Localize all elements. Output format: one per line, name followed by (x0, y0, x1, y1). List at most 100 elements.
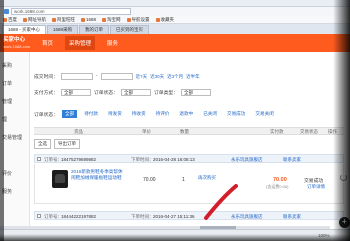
nav-purchase-management[interactable]: 采购管理 (65, 36, 96, 50)
site-header: 买家中心 work.1688.com 首页 采购管理 服务 (0, 34, 350, 52)
date-filter-row: 成交时间： - 近7天 近30天 近3个月 近半年 (34, 73, 200, 80)
browser-logo-icon (4, 9, 9, 14)
order-header: 订单号： 18475279699882 下单时间： 2016-04-28 16:… (34, 154, 344, 163)
export-orders-button[interactable]: 导出订单 (54, 139, 80, 149)
order-time: 2016-04-28 16:08:13 (153, 157, 195, 162)
bookmark-icon (81, 17, 85, 22)
bookmark-icon (126, 17, 131, 22)
browser-tab[interactable]: 我的订单 (79, 25, 110, 34)
tab-success[interactable]: 交易成功 (224, 110, 248, 118)
unit-price: 70.00 (143, 177, 156, 183)
browser-tab[interactable]: 已买到的宝贝 (110, 25, 150, 34)
tab-pending-shipment[interactable]: 待发货 (105, 110, 125, 118)
browser-tab[interactable]: 1688 - 买家中心 (2, 25, 47, 34)
order-no: 18444222197882 (61, 214, 97, 219)
order-status-tabs: 订单状态： 全部 待付款 待发货 待收货 待评价 退款中 已关闭 交易成功 交易… (34, 109, 344, 119)
bookmark-item[interactable]: 百度 (3, 17, 17, 23)
sidebar-item[interactable]: 理 (2, 116, 7, 123)
payment-select[interactable]: 全部 (61, 89, 91, 96)
browser-window: work.1688.com 百度 网址导航 阿里旺旺 1688 淘宝网 导航设置… (0, 0, 350, 241)
date-end-input[interactable] (100, 73, 133, 80)
top-nav: 首页 采购管理 服务 (42, 34, 118, 52)
buy-again-link[interactable]: 再次购买 (198, 175, 216, 181)
sidebar: 采购 订单 管理 理 交易管理 评价 服务 (0, 52, 30, 241)
order-time-label: 下单时间： (131, 214, 154, 219)
order-no-label: 订单号： (44, 157, 62, 162)
bookmark-item[interactable]: 收藏夹 (155, 17, 174, 23)
nav-service[interactable]: 服务 (107, 39, 118, 47)
order-no-label: 订单号： (44, 214, 62, 219)
product-thumbnail[interactable] (52, 170, 68, 188)
product-name-link[interactable]: 2016新款男鞋冬季高帮休闲鞋加绒保暖板鞋运动鞋 (71, 169, 123, 181)
sidebar-item[interactable]: 交易管理 (2, 134, 22, 141)
date-filter-label: 成交时间： (34, 75, 58, 80)
date-range-link[interactable]: 近半年 (186, 74, 200, 80)
title-bar (0, 0, 350, 7)
order-toolbar: 全选 导出订单 (34, 139, 80, 149)
browser-tab[interactable]: 1688采购 (47, 25, 79, 34)
sidebar-item[interactable]: 订单 (2, 80, 12, 87)
zoom-level[interactable]: 100% (318, 233, 330, 238)
site-logo[interactable]: 买家中心 (3, 37, 25, 43)
bookmark-item[interactable]: 导航设置 (126, 17, 150, 23)
contact-seller-link[interactable]: 联系卖家 (283, 157, 301, 163)
zoom-plus-icon[interactable]: + (339, 217, 350, 228)
bookmark-icon (23, 17, 27, 22)
tab-pending-payment[interactable]: 待付款 (81, 110, 101, 118)
column-header: 交易状态 (300, 129, 318, 134)
sidebar-item[interactable]: 采购 (2, 62, 12, 69)
refresh-icon[interactable] (340, 174, 347, 181)
bookmarks-bar: 百度 网址导航 阿里旺旺 1688 淘宝网 导航设置 收藏夹 (0, 16, 350, 24)
tab-closed[interactable]: 已关闭 (200, 110, 220, 118)
bookmark-item[interactable]: 1688 (81, 17, 96, 22)
tab-trade-closed[interactable]: 交易关闭 (252, 110, 276, 118)
order-checkbox[interactable] (37, 214, 41, 218)
browser-tabs: 1688 - 买家中心 1688采购 我的订单 已买到的宝贝 (0, 24, 350, 34)
payment-filter-label: 支付方式： (34, 91, 58, 96)
sidebar-item[interactable]: 服务 (2, 188, 12, 195)
shipping-note: (含运费0.00) (266, 184, 289, 189)
column-header: 操作 (328, 129, 337, 134)
site-logo-url: work.1688.com (3, 44, 31, 49)
column-header: 数量 (180, 129, 189, 134)
tab-all[interactable]: 全部 (62, 110, 78, 118)
date-range-link[interactable]: 近3个月 (167, 74, 183, 80)
status-select[interactable]: 全部 (121, 89, 151, 96)
bookmark-icon (102, 17, 107, 22)
bookmark-item[interactable]: 阿里旺旺 (52, 17, 75, 23)
order-type-select[interactable]: 全部 (181, 89, 211, 96)
bookmark-icon (3, 17, 7, 22)
main-content: 成交时间： - 近7天 近30天 近3个月 近半年 支付方式： 全部 订单状态：… (34, 55, 350, 241)
order-time-label: 下单时间： (131, 157, 154, 162)
bookmark-item[interactable]: 网址导航 (23, 17, 46, 23)
address-row: work.1688.com (0, 7, 350, 16)
order-type-label: 订单类型： (154, 91, 178, 96)
browser-status-bar: 100% (0, 229, 350, 241)
bookmark-item[interactable]: 淘宝网 (102, 17, 121, 23)
tab-pending-review[interactable]: 待评价 (153, 110, 173, 118)
date-range-link[interactable]: 近30天 (150, 74, 164, 80)
column-header: 单价 (142, 129, 151, 134)
seller-link[interactable]: 永乐玩具旗舰店 (231, 157, 263, 163)
address-bar[interactable]: work.1688.com (11, 8, 131, 15)
contact-seller-link[interactable]: 联系卖家 (283, 214, 301, 220)
nav-home[interactable]: 首页 (42, 39, 53, 47)
sidebar-item[interactable]: 管理 (2, 98, 12, 105)
sidebar-item[interactable]: 评价 (2, 170, 12, 177)
column-header: 实付款 (270, 129, 284, 134)
order-detail-link[interactable]: 订单详情 (307, 184, 325, 190)
order-time: 2016-04-27 15:11:36 (153, 214, 195, 219)
order-checkbox[interactable] (37, 157, 41, 161)
tab-refunding[interactable]: 退款中 (176, 110, 196, 118)
tab-pending-receipt[interactable]: 待收货 (129, 110, 149, 118)
order-status: 交易成功 (304, 179, 324, 184)
order-table-header: 货品 单价 数量 实付款 交易状态 操作 (34, 127, 344, 135)
order-item: 2016新款男鞋冬季高帮休闲鞋加绒保暖板鞋运动鞋 70.00 1 再次购买 70… (34, 164, 344, 204)
select-all-button[interactable]: 全选 (34, 139, 51, 149)
order-no: 18475279699882 (61, 157, 97, 162)
seller-link[interactable]: 永乐玩具旗舰店 (231, 214, 263, 220)
date-start-input[interactable] (61, 73, 93, 80)
date-range-link[interactable]: 近7天 (136, 74, 148, 80)
quantity: 1 (182, 177, 185, 183)
status-filter-label: 订单状态： (94, 91, 118, 96)
